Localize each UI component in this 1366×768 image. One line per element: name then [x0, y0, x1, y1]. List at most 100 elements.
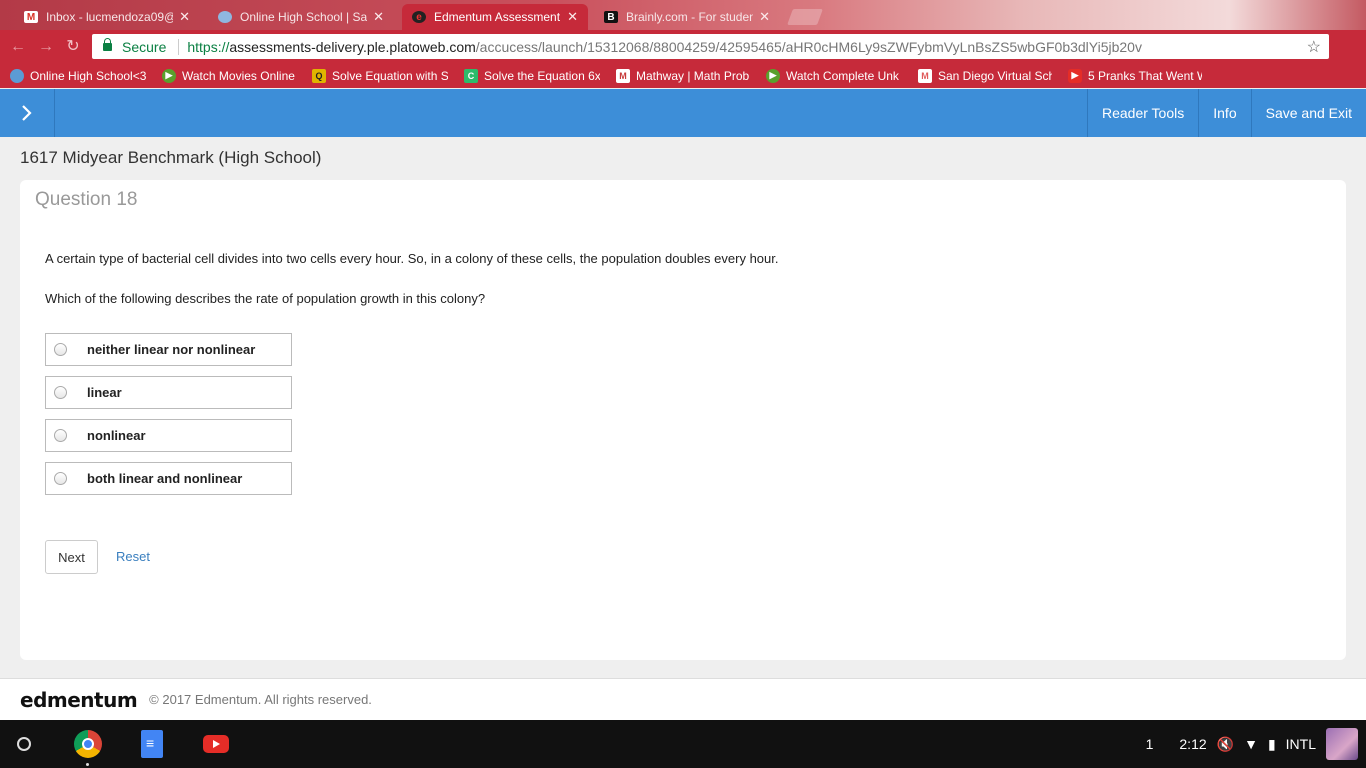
- notification-count[interactable]: 1: [1146, 736, 1154, 752]
- bookmark-label: 5 Pranks That Went W: [1088, 68, 1202, 83]
- radio-button[interactable]: [54, 429, 67, 442]
- chrome-app-button[interactable]: [73, 729, 103, 759]
- bookmark-label: Watch Complete Unk: [786, 68, 899, 83]
- bookmark-label: Mathway | Math Prob: [636, 68, 750, 83]
- chrome-icon: [74, 730, 102, 758]
- copyright-text: © 2017 Edmentum. All rights reserved.: [149, 692, 372, 707]
- battery-icon: ▮: [1267, 735, 1276, 752]
- launcher-icon[interactable]: [17, 737, 31, 751]
- chevron-right-icon: [22, 105, 32, 121]
- answer-choice[interactable]: neither linear nor nonlinear: [45, 333, 292, 366]
- gmail-icon: M: [918, 68, 932, 83]
- tab-brainly[interactable]: B Brainly.com - For studen ✕: [594, 4, 780, 30]
- answer-choice[interactable]: linear: [45, 376, 292, 409]
- tab-edmentum-assessment[interactable]: e Edmentum Assessment ✕: [402, 4, 588, 30]
- clock: 2:12: [1179, 736, 1207, 752]
- next-button[interactable]: Next: [45, 540, 98, 574]
- bookmark-5-pranks[interactable]: ▶ 5 Pranks That Went W: [1068, 68, 1202, 83]
- save-and-exit-button[interactable]: Save and Exit: [1250, 89, 1366, 137]
- bookmark-label: San Diego Virtual Sch: [938, 68, 1052, 83]
- bookmark-star-icon[interactable]: ☆: [1307, 37, 1321, 57]
- play-icon: ▶: [766, 68, 780, 83]
- bookmarks-bar: Online High School<3 ▶ Watch Movies Onli…: [0, 63, 1366, 88]
- info-button[interactable]: Info: [1198, 89, 1250, 137]
- back-arrow-icon[interactable]: ←: [8, 37, 28, 57]
- url-scheme: https://: [187, 38, 230, 55]
- url-path: /accucess/launch/15312068/88004259/42595…: [475, 38, 1142, 55]
- bookmark-san-diego-virtual[interactable]: M San Diego Virtual Sch: [918, 68, 1052, 83]
- answer-choice[interactable]: both linear and nonlinear: [45, 462, 292, 495]
- reset-link[interactable]: Reset: [116, 549, 150, 564]
- browser-toolbar: ← → ↻ Secure https:// assessments-delive…: [0, 30, 1366, 63]
- question-prompt: Which of the following describes the rat…: [45, 291, 486, 306]
- question-number: Question 18: [35, 189, 138, 210]
- reload-icon[interactable]: ↻: [63, 37, 83, 57]
- edmentum-logo: edmentum: [20, 687, 138, 712]
- bookmark-label: Online High School<3: [30, 68, 146, 83]
- forward-arrow-icon[interactable]: →: [36, 37, 56, 57]
- globe-icon: [218, 11, 232, 23]
- radio-button[interactable]: [54, 472, 67, 485]
- app-header: Reader Tools Info Save and Exit: [0, 89, 1366, 137]
- new-tab-button[interactable]: [787, 9, 823, 25]
- bookmark-online-high-school[interactable]: Online High School<3: [10, 68, 146, 83]
- docs-app-button[interactable]: [137, 729, 167, 759]
- reader-tools-button[interactable]: Reader Tools: [1087, 89, 1198, 137]
- bookmark-label: Watch Movies Online: [182, 68, 295, 83]
- os-shelf: 1 2:12 🔇 ▼ ▮ INTL: [0, 720, 1366, 768]
- brainly-icon: B: [604, 11, 618, 23]
- tab-title: Inbox - lucmendoza09@: [46, 10, 174, 24]
- question-card: Question 18 A certain type of bacterial …: [20, 180, 1346, 660]
- youtube-icon: ▶: [1068, 68, 1082, 83]
- q-icon: Q: [312, 68, 326, 83]
- wifi-icon: ▼: [1244, 736, 1258, 752]
- mathway-icon: M: [616, 68, 630, 83]
- tab-online-high-school[interactable]: Online High School | San ✕: [208, 4, 394, 30]
- bookmark-solve-the-equation[interactable]: C Solve the Equation 6x: [464, 68, 600, 83]
- tab-gmail[interactable]: M Inbox - lucmendoza09@ ✕: [14, 4, 200, 30]
- bookmark-label: Solve the Equation 6x: [484, 68, 600, 83]
- bookmark-label: Solve Equation with S: [332, 68, 448, 83]
- header-nav: Reader Tools Info Save and Exit: [1087, 89, 1366, 137]
- browser-tab-strip: M Inbox - lucmendoza09@ ✕ Online High Sc…: [0, 0, 1366, 30]
- close-tab-icon[interactable]: ✕: [567, 9, 578, 25]
- close-tab-icon[interactable]: ✕: [373, 9, 384, 25]
- choice-label: neither linear nor nonlinear: [87, 342, 256, 357]
- input-method: INTL: [1285, 736, 1316, 752]
- close-tab-icon[interactable]: ✕: [179, 9, 190, 25]
- tab-title: Online High School | San: [240, 10, 368, 24]
- status-tray[interactable]: 1 2:12 🔇 ▼ ▮ INTL: [1146, 720, 1366, 768]
- docs-icon: [141, 730, 163, 758]
- address-bar[interactable]: Secure https:// assessments-delivery.ple…: [92, 34, 1329, 59]
- choice-label: linear: [87, 385, 122, 400]
- address-divider: [178, 38, 180, 55]
- tab-title: Brainly.com - For studen: [626, 10, 754, 24]
- bookmark-solve-equation[interactable]: Q Solve Equation with S: [312, 68, 448, 83]
- bookmark-mathway[interactable]: M Mathway | Math Prob: [616, 68, 750, 83]
- radio-button[interactable]: [54, 386, 67, 399]
- choice-label: nonlinear: [87, 428, 146, 443]
- page-footer: edmentum © 2017 Edmentum. All rights res…: [0, 678, 1366, 720]
- globe-icon: [10, 68, 24, 83]
- avatar[interactable]: [1326, 728, 1358, 760]
- question-stem: A certain type of bacterial cell divides…: [45, 251, 779, 266]
- c-icon: C: [464, 68, 478, 83]
- bookmark-watch-complete[interactable]: ▶ Watch Complete Unk: [766, 68, 902, 83]
- url-host: assessments-delivery.ple.platoweb.com: [229, 38, 476, 55]
- lock-icon: [103, 37, 112, 51]
- play-icon: ▶: [162, 68, 176, 83]
- secure-label: Secure: [122, 38, 167, 55]
- youtube-icon: [203, 735, 229, 753]
- radio-button[interactable]: [54, 343, 67, 356]
- youtube-app-button[interactable]: [201, 729, 231, 759]
- running-indicator: [86, 763, 89, 766]
- edmentum-icon: e: [412, 11, 426, 23]
- choice-label: both linear and nonlinear: [87, 471, 243, 486]
- menu-toggle-button[interactable]: [0, 89, 55, 137]
- page-title: 1617 Midyear Benchmark (High School): [20, 148, 322, 167]
- answer-choice[interactable]: nonlinear: [45, 419, 292, 452]
- mute-icon: 🔇: [1216, 735, 1235, 752]
- gmail-icon: M: [24, 11, 38, 23]
- close-tab-icon[interactable]: ✕: [759, 9, 770, 25]
- bookmark-watch-movies[interactable]: ▶ Watch Movies Online: [162, 68, 296, 83]
